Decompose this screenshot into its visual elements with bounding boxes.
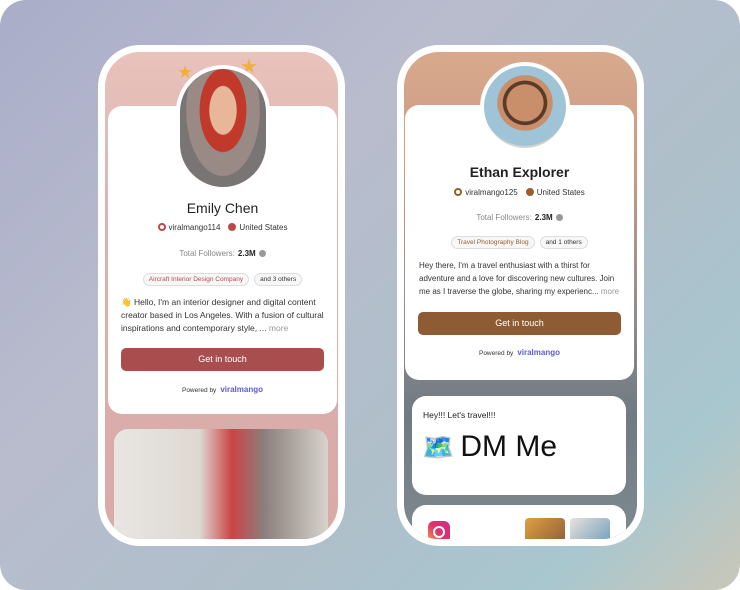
- profile-name: Ethan Explorer: [469, 164, 570, 180]
- instagram-icon[interactable]: [428, 521, 450, 539]
- get-in-touch-button[interactable]: Get in touch: [418, 312, 621, 335]
- followers: Total Followers: 2.3M: [108, 249, 337, 258]
- tags: Aircraft Interior Design Company and 3 o…: [108, 273, 337, 286]
- phone-preview-ethan: Ethan Explorer viralmango125 United Stat…: [397, 45, 644, 546]
- thumbnail[interactable]: [570, 518, 610, 539]
- brand-logo[interactable]: viralmango: [220, 385, 263, 394]
- user-icon: [157, 223, 166, 231]
- powered-by: Powered by viralmango: [181, 385, 263, 394]
- profile-meta: viralmango125 United States: [405, 188, 634, 197]
- avatar: [176, 65, 270, 191]
- info-icon[interactable]: [555, 214, 563, 221]
- location-pin-icon: [228, 223, 237, 231]
- more-link[interactable]: more: [601, 287, 619, 296]
- bio: 👋 Hello, I'm an interior designer and di…: [121, 297, 324, 333]
- user-icon: [454, 188, 463, 196]
- phone-preview-emily: ★ ★ Emily Chen viralmango114 United Stat…: [98, 45, 345, 546]
- brand-logo[interactable]: viralmango: [517, 348, 560, 357]
- tag[interactable]: Travel Photography Blog: [451, 236, 535, 249]
- dm-card[interactable]: Hey!!! Let's travel!!! 🗺️ DM Me: [412, 396, 626, 495]
- powered-by: Powered by viralmango: [478, 348, 560, 357]
- location-pin-icon: [525, 188, 534, 196]
- tag[interactable]: Aircraft Interior Design Company: [142, 273, 250, 286]
- tags: Travel Photography Blog and 1 others: [405, 236, 634, 249]
- country: United States: [536, 188, 585, 197]
- username: viralmango125: [465, 188, 518, 197]
- photo-card[interactable]: [114, 429, 328, 539]
- username: viralmango114: [168, 223, 221, 232]
- map-icon: 🗺️: [422, 431, 455, 462]
- thumbnail[interactable]: [525, 518, 565, 539]
- info-icon[interactable]: [258, 250, 266, 257]
- followers: Total Followers: 2.3M: [405, 213, 634, 222]
- dm-subtitle: Hey!!! Let's travel!!!: [423, 410, 496, 420]
- background: ★ ★ Emily Chen viralmango114 United Stat…: [0, 0, 740, 590]
- bio: Hey there, I'm a travel enthusiast with …: [419, 261, 620, 296]
- others-tag[interactable]: and 3 others: [254, 273, 303, 286]
- more-link[interactable]: more: [269, 323, 288, 333]
- profile-meta: viralmango114 United States: [108, 223, 337, 232]
- social-card[interactable]: [412, 505, 626, 539]
- wave-icon: 👋: [121, 297, 132, 307]
- profile-name: Emily Chen: [186, 200, 259, 216]
- country: United States: [239, 223, 288, 232]
- dm-title: 🗺️ DM Me: [422, 430, 558, 463]
- others-tag[interactable]: and 1 others: [539, 236, 588, 249]
- avatar: [480, 62, 570, 152]
- get-in-touch-button[interactable]: Get in touch: [121, 348, 324, 371]
